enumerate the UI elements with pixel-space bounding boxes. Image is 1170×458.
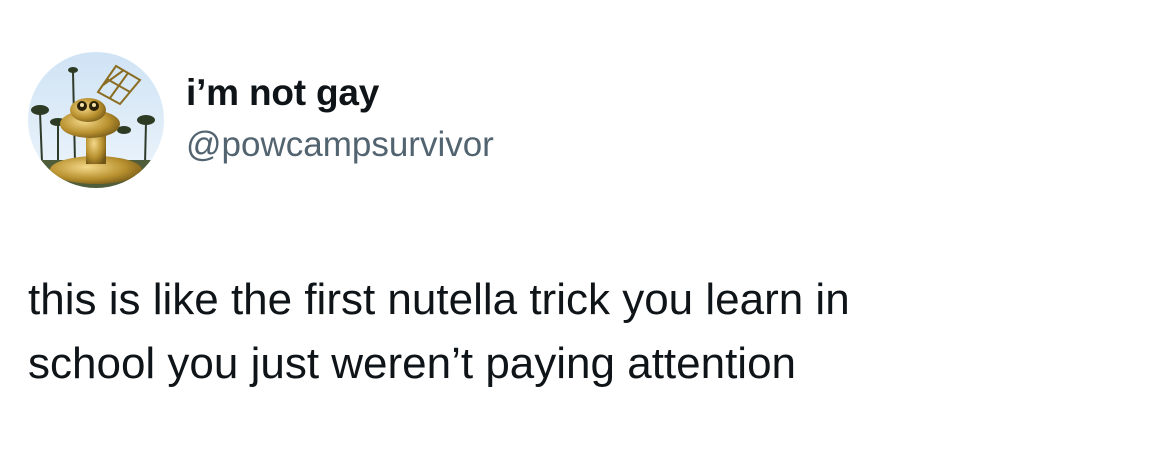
author-display-name[interactable]: i’m not gay (186, 71, 494, 115)
author-names: i’m not gay @powcampsurvivor (186, 71, 494, 167)
tweet-text: this is like the first nutella trick you… (28, 268, 1128, 396)
author-handle[interactable]: @powcampsurvivor (186, 123, 494, 167)
author-avatar[interactable] (28, 52, 164, 188)
tweet-card: i’m not gay @powcampsurvivor this is lik… (0, 0, 1170, 458)
robot-avatar-icon (28, 52, 164, 188)
tweet-header: i’m not gay @powcampsurvivor (28, 52, 494, 188)
tweet-text-line: this is like the first nutella trick you… (28, 275, 850, 324)
tweet-text-line: school you just weren’t paying attention (28, 339, 797, 388)
